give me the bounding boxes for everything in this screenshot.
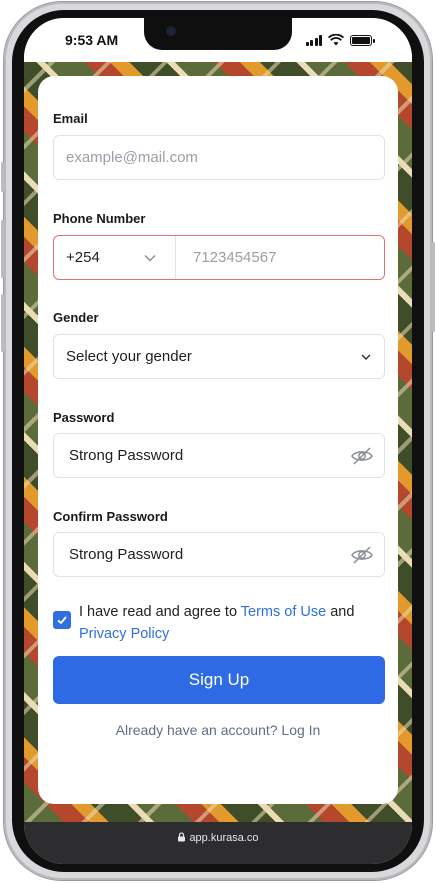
country-code-select[interactable]: +254 bbox=[54, 236, 176, 279]
url-text: app.kurasa.co bbox=[189, 832, 259, 844]
gender-label: Gender bbox=[53, 310, 99, 325]
sign-up-button[interactable]: Sign Up bbox=[53, 656, 385, 704]
email-placeholder: example@mail.com bbox=[66, 149, 198, 166]
checkmark-icon bbox=[57, 616, 67, 625]
eye-off-icon[interactable] bbox=[350, 543, 374, 567]
status-bar: 9:53 AM bbox=[24, 18, 412, 62]
confirm-password-label: Confirm Password bbox=[53, 509, 168, 524]
phone-placeholder: 7123454567 bbox=[193, 248, 277, 266]
chevron-down-icon bbox=[361, 354, 371, 361]
terms-of-use-link[interactable]: Terms of Use bbox=[241, 604, 326, 620]
volume-down-button bbox=[1, 294, 4, 352]
password-value: Strong Password bbox=[69, 447, 184, 464]
status-time: 9:53 AM bbox=[65, 32, 119, 48]
login-link[interactable]: Already have an account? Log In bbox=[38, 722, 398, 738]
email-label: Email bbox=[53, 111, 88, 126]
confirm-password-field[interactable]: Strong Password bbox=[53, 532, 385, 577]
wifi-icon bbox=[328, 34, 344, 46]
password-label: Password bbox=[53, 410, 115, 425]
volume-up-button bbox=[1, 220, 4, 278]
gender-value: Select your gender bbox=[66, 348, 192, 365]
status-icons bbox=[305, 34, 375, 46]
lock-icon bbox=[178, 832, 186, 842]
eye-off-icon[interactable] bbox=[350, 444, 374, 468]
url-display: app.kurasa.co bbox=[24, 832, 412, 844]
screen: 9:53 AM Email example@mail.com Phone Num… bbox=[24, 18, 412, 864]
power-button bbox=[432, 242, 435, 332]
chevron-down-icon bbox=[144, 254, 156, 262]
signal-icon bbox=[305, 34, 322, 46]
privacy-policy-link[interactable]: Privacy Policy bbox=[79, 626, 169, 642]
notch bbox=[144, 18, 292, 50]
terms-middle: and bbox=[326, 604, 355, 620]
confirm-password-value: Strong Password bbox=[69, 546, 184, 563]
browser-url-bar[interactable]: app.kurasa.co bbox=[24, 822, 412, 864]
phone-label: Phone Number bbox=[53, 211, 146, 226]
email-field[interactable]: example@mail.com bbox=[53, 135, 385, 180]
mute-switch bbox=[1, 162, 4, 192]
terms-checkbox[interactable] bbox=[53, 611, 71, 629]
phone-field: +254 7123454567 bbox=[53, 235, 385, 280]
battery-icon bbox=[350, 34, 375, 46]
camera-icon bbox=[166, 26, 176, 36]
signup-form-card: Email example@mail.com Phone Number +254… bbox=[38, 76, 398, 804]
phone-number-input[interactable]: 7123454567 bbox=[176, 249, 276, 267]
gender-select[interactable]: Select your gender bbox=[53, 334, 385, 379]
password-field[interactable]: Strong Password bbox=[53, 433, 385, 478]
terms-text: I have read and agree to Terms of Use an… bbox=[79, 601, 389, 645]
terms-prefix: I have read and agree to bbox=[79, 604, 241, 620]
country-code-value: +254 bbox=[66, 249, 100, 266]
